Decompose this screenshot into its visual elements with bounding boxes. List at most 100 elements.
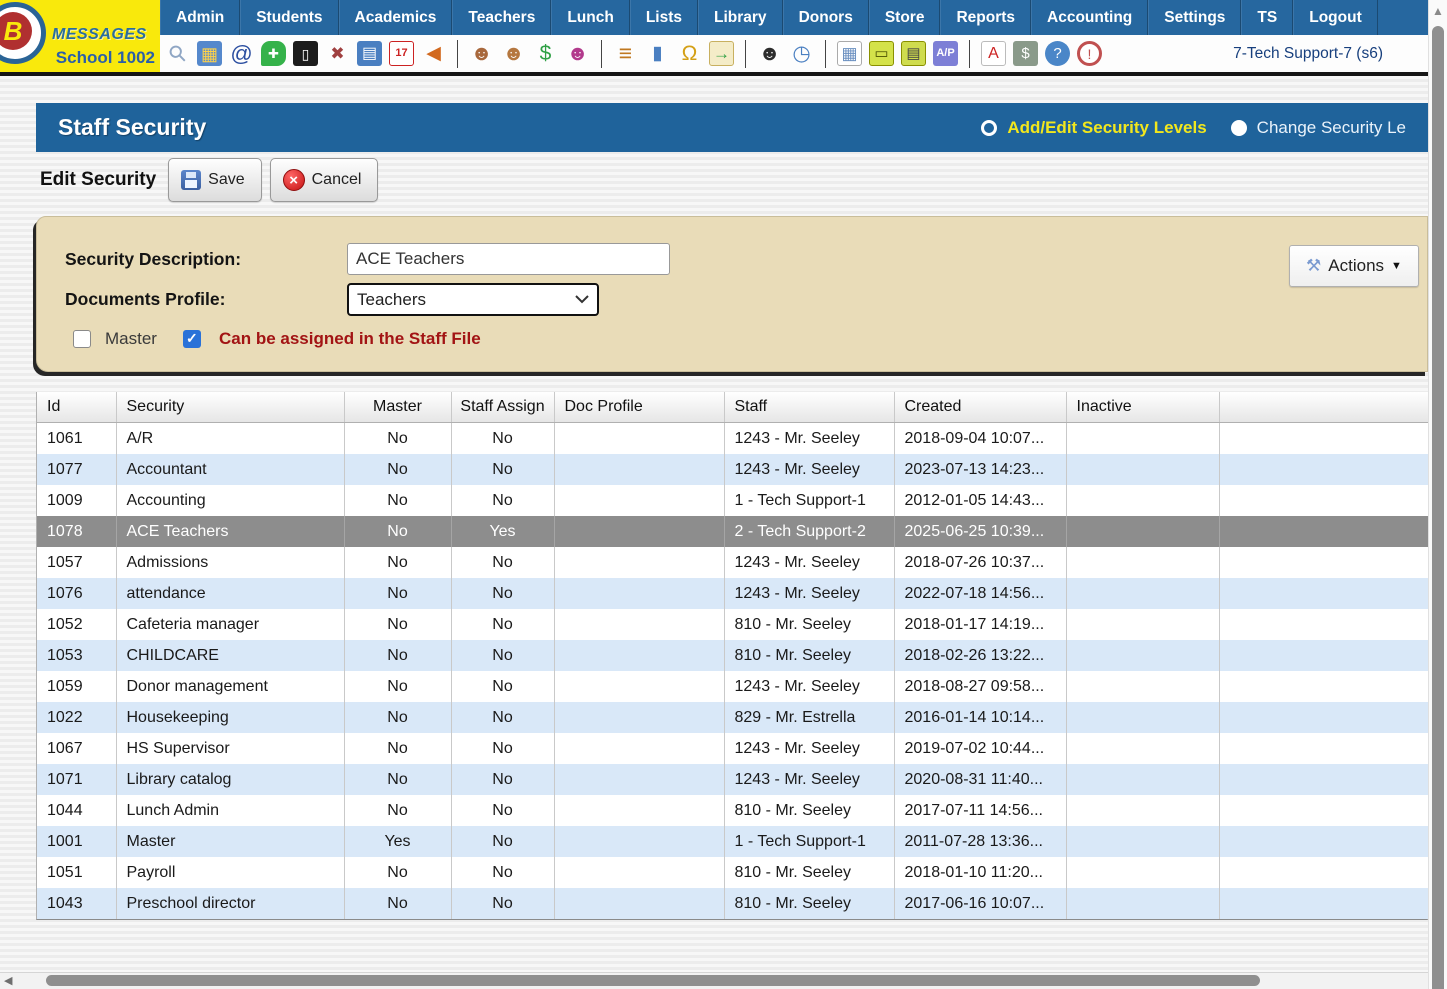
calendar-date-icon[interactable]: 17: [389, 41, 414, 66]
mute-speaker-icon[interactable]: ✖: [325, 41, 350, 66]
calendar-icon[interactable]: ▤: [357, 41, 382, 66]
nav-item-donors[interactable]: Donors: [783, 0, 869, 35]
horizontal-scrollbar-thumb[interactable]: [46, 975, 1260, 986]
column-header-id[interactable]: Id: [37, 392, 116, 423]
table-row[interactable]: 1061A/RNoNo1243 - Mr. Seeley2018-09-04 1…: [37, 423, 1429, 455]
page-title: Staff Security: [58, 114, 206, 141]
nav-item-lists[interactable]: Lists: [630, 0, 698, 35]
nav-item-lunch[interactable]: Lunch: [551, 0, 630, 35]
table-row[interactable]: 1044Lunch AdminNoNo810 - Mr. Seeley2017-…: [37, 795, 1429, 826]
table-row[interactable]: 1053CHILDCARENoNo810 - Mr. Seeley2018-02…: [37, 640, 1429, 671]
export-document-icon[interactable]: →: [709, 41, 734, 66]
vertical-scrollbar-thumb[interactable]: [1432, 26, 1444, 989]
table-row[interactable]: 1076attendanceNoNo1243 - Mr. Seeley2022-…: [37, 578, 1429, 609]
table-row[interactable]: 1071Library catalogNoNo1243 - Mr. Seeley…: [37, 764, 1429, 795]
nav-item-academics[interactable]: Academics: [339, 0, 453, 35]
documents-profile-select[interactable]: Teachers: [347, 283, 599, 316]
chat-bubble-icon[interactable]: ✚: [261, 41, 286, 66]
table-row[interactable]: 1078ACE TeachersNoYes2 - Tech Support-22…: [37, 516, 1429, 547]
master-checkbox[interactable]: [73, 330, 91, 348]
table-row[interactable]: 1077AccountantNoNo1243 - Mr. Seeley2023-…: [37, 454, 1429, 485]
table-row[interactable]: 1001MasterYesNo1 - Tech Support-12011-07…: [37, 826, 1429, 857]
table-row[interactable]: 1059Donor managementNoNo1243 - Mr. Seele…: [37, 671, 1429, 702]
nav-item-reports[interactable]: Reports: [940, 0, 1031, 35]
nav-item-logout[interactable]: Logout: [1293, 0, 1378, 35]
print-check-icon[interactable]: ▤: [901, 41, 926, 66]
table-row[interactable]: 1009AccountingNoNo1 - Tech Support-12012…: [37, 485, 1429, 516]
school-label: School 1002: [56, 48, 155, 68]
pdf-icon[interactable]: A: [981, 41, 1006, 66]
nurse-icon[interactable]: ☻: [469, 41, 494, 66]
nav-item-library[interactable]: Library: [698, 0, 783, 35]
nav-item-store[interactable]: Store: [869, 0, 941, 35]
scroll-left-arrow-icon[interactable]: ◀: [4, 974, 12, 987]
check-icon[interactable]: ▭: [869, 41, 894, 66]
search-icon[interactable]: ⚲: [160, 36, 195, 71]
cell: 2016-01-14 10:14...: [894, 702, 1066, 733]
alert-icon[interactable]: !: [1077, 41, 1102, 66]
cell: 2018-09-04 10:07...: [894, 423, 1066, 455]
cell: [554, 609, 724, 640]
cell: 829 - Mr. Estrella: [724, 702, 894, 733]
lunch-burger-icon[interactable]: ≡: [613, 41, 638, 66]
cancel-button[interactable]: × Cancel: [270, 158, 379, 202]
cash-register-icon[interactable]: $: [1013, 41, 1038, 66]
nav-item-admin[interactable]: Admin: [160, 0, 240, 35]
column-header-staff-assign[interactable]: Staff Assign: [451, 392, 554, 423]
column-header-created[interactable]: Created: [894, 392, 1066, 423]
cell: 810 - Mr. Seeley: [724, 888, 894, 919]
radio-add-edit-security[interactable]: [981, 120, 997, 136]
mobile-phone-icon[interactable]: ▯: [293, 41, 318, 66]
help-icon[interactable]: ?: [1045, 41, 1070, 66]
nav-item-accounting[interactable]: Accounting: [1031, 0, 1148, 35]
staff-man-icon[interactable]: ☻: [757, 41, 782, 66]
money-icon[interactable]: $: [533, 41, 558, 66]
dashboard-grid-icon[interactable]: ▦: [197, 41, 222, 66]
cell: Yes: [344, 826, 451, 857]
table-row[interactable]: 1052Cafeteria managerNoNo810 - Mr. Seele…: [37, 609, 1429, 640]
table-row[interactable]: 1067HS SupervisorNoNo1243 - Mr. Seeley20…: [37, 733, 1429, 764]
column-header-staff[interactable]: Staff: [724, 392, 894, 423]
table-row[interactable]: 1022HousekeepingNoNo829 - Mr. Estrella20…: [37, 702, 1429, 733]
clock-icon[interactable]: ◷: [789, 41, 814, 66]
scroll-up-arrow-icon[interactable]: ▲: [1432, 4, 1444, 18]
nav-item-ts[interactable]: TS: [1241, 0, 1293, 35]
brand-logo-icon: B: [0, 2, 46, 64]
column-header-inactive[interactable]: Inactive: [1066, 392, 1219, 423]
column-header-blank[interactable]: [1219, 392, 1429, 423]
staff-woman-icon[interactable]: ☻: [501, 41, 526, 66]
radio-change-security[interactable]: [1231, 120, 1247, 136]
email-at-icon[interactable]: @: [229, 41, 254, 66]
staff-file-checkbox[interactable]: [183, 330, 201, 348]
cell: attendance: [116, 578, 344, 609]
cell: [1066, 547, 1219, 578]
nav-item-settings[interactable]: Settings: [1148, 0, 1241, 35]
nav-item-students[interactable]: Students: [240, 0, 338, 35]
master-checkbox-label[interactable]: Master: [105, 329, 157, 349]
library-book-icon[interactable]: ▮: [645, 41, 670, 66]
nav-item-teachers[interactable]: Teachers: [452, 0, 551, 35]
table-row[interactable]: 1043Preschool directorNoNo810 - Mr. Seel…: [37, 888, 1429, 919]
column-header-doc-profile[interactable]: Doc Profile: [554, 392, 724, 423]
megaphone-icon[interactable]: ◀: [421, 41, 446, 66]
ledger-icon[interactable]: ▦: [837, 41, 862, 66]
accounts-payable-icon[interactable]: A/P: [933, 41, 958, 66]
cell: [1066, 764, 1219, 795]
family-icon[interactable]: ☻: [565, 41, 590, 66]
donor-bell-icon[interactable]: Ω: [677, 41, 702, 66]
staff-file-checkbox-label[interactable]: Can be assigned in the Staff File: [219, 329, 481, 349]
table-row[interactable]: 1051PayrollNoNo810 - Mr. Seeley2018-01-1…: [37, 857, 1429, 888]
column-header-security[interactable]: Security: [116, 392, 344, 423]
cell: 1 - Tech Support-1: [724, 826, 894, 857]
security-description-input[interactable]: [347, 243, 670, 275]
cell: No: [451, 485, 554, 516]
radio-add-edit-label[interactable]: Add/Edit Security Levels: [1007, 118, 1206, 138]
actions-button[interactable]: ⚒ Actions ▼: [1289, 245, 1419, 287]
cell: 2022-07-18 14:56...: [894, 578, 1066, 609]
radio-change-label[interactable]: Change Security Le: [1257, 118, 1406, 138]
cell: [554, 795, 724, 826]
table-row[interactable]: 1057AdmissionsNoNo1243 - Mr. Seeley2018-…: [37, 547, 1429, 578]
column-header-master[interactable]: Master: [344, 392, 451, 423]
app-window: B MESSAGES School 1002 AdminStudentsAcad…: [0, 0, 1447, 989]
save-button[interactable]: Save: [168, 158, 261, 202]
